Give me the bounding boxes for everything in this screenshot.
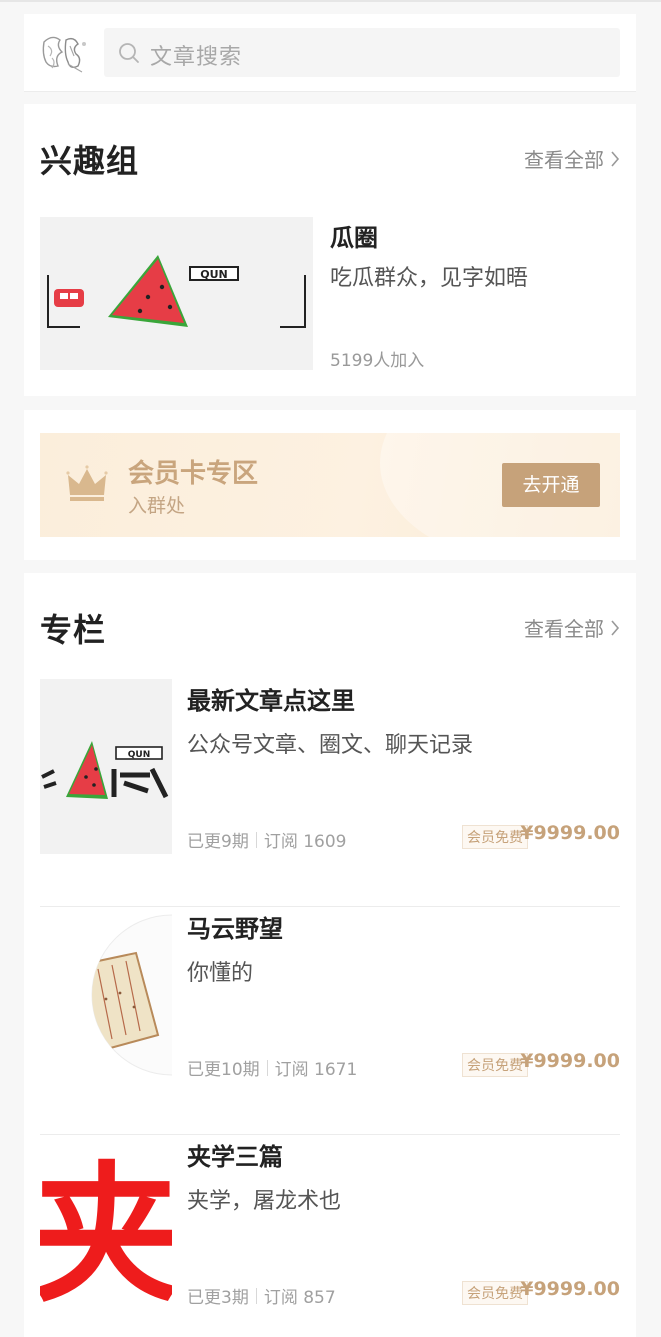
column-cover-image xyxy=(40,907,172,1082)
search-input[interactable]: 文章搜索 xyxy=(104,28,620,77)
update-count: 已更9期 xyxy=(187,832,249,852)
column-meta: 已更3期 订阅 857 xyxy=(187,1283,336,1308)
column-item[interactable]: 马云野望 你懂的 已更10期 订阅 1671 会员免费 ¥9999.00 xyxy=(40,907,620,1135)
column-description: 你懂的 xyxy=(187,961,254,986)
column-cover-image: QUN xyxy=(40,679,172,854)
meta-divider xyxy=(266,1059,268,1076)
column-cover-art: 夹 xyxy=(40,1147,172,1310)
subscriber-count: 订阅 857 xyxy=(263,1288,336,1308)
column-cover-art xyxy=(91,914,172,1076)
member-free-badge: 会员免费 xyxy=(462,1281,528,1305)
column-meta: 已更9期 订阅 1609 xyxy=(187,827,347,852)
column-description: 夹学，屠龙术也 xyxy=(187,1189,342,1214)
interest-groups-section: 兴趣组 查看全部 QUN 瓜圈 吃瓜群众，见字如晤 5199人加入 xyxy=(24,104,636,396)
view-all-label: 查看全部 xyxy=(524,148,604,172)
view-all-groups-link[interactable]: 查看全部 xyxy=(524,144,620,173)
search-placeholder: 文章搜索 xyxy=(150,45,243,70)
header-bar: 文章搜索 xyxy=(24,14,636,92)
column-title: 马云野望 xyxy=(187,915,283,943)
update-count: 已更10期 xyxy=(187,1060,260,1080)
subscriber-count: 订阅 1671 xyxy=(274,1060,358,1080)
group-cover-art: QUN xyxy=(47,255,306,328)
search-icon xyxy=(119,43,139,63)
logo[interactable] xyxy=(38,32,90,76)
column-price: ¥9999.00 xyxy=(520,822,620,844)
chevron-right-icon xyxy=(611,150,620,167)
page: 文章搜索 兴趣组 查看全部 QUN 瓜圈 吃瓜群众，见字如晤 5199人加入 会… xyxy=(0,0,661,1337)
column-title: 最新文章点这里 xyxy=(187,687,355,715)
chevron-right-icon xyxy=(611,619,620,636)
vip-card-subtitle: 入群处 xyxy=(128,495,186,517)
vip-section: 会员卡专区 入群处 去开通 xyxy=(24,410,636,560)
column-price: ¥9999.00 xyxy=(520,1050,620,1072)
view-all-label: 查看全部 xyxy=(524,617,604,641)
cover-glyph: 夹 xyxy=(40,1147,172,1310)
column-item[interactable]: 夹 夹学三篇 夹学，屠龙术也 已更3期 订阅 857 会员免费 ¥9999.00 xyxy=(40,1135,620,1337)
open-membership-button[interactable]: 去开通 xyxy=(502,463,600,507)
section-title-groups: 兴趣组 xyxy=(40,142,140,180)
meta-divider xyxy=(255,1287,257,1304)
member-free-badge: 会员免费 xyxy=(462,1053,528,1077)
top-divider xyxy=(0,0,661,2)
group-member-count: 5199人加入 xyxy=(330,351,425,371)
member-free-badge: 会员免费 xyxy=(462,825,528,849)
cover-tag-text: QUN xyxy=(200,268,228,281)
group-cover-image[interactable]: QUN xyxy=(40,217,313,370)
group-name[interactable]: 瓜圈 xyxy=(330,218,378,253)
vip-card-title: 会员卡专区 xyxy=(128,459,259,489)
update-count: 已更3期 xyxy=(187,1288,249,1308)
column-meta: 已更10期 订阅 1671 xyxy=(187,1055,357,1080)
crown-icon xyxy=(66,465,108,501)
column-price: ¥9999.00 xyxy=(520,1278,620,1300)
column-title: 夹学三篇 xyxy=(187,1143,283,1171)
cover-tag-text: QUN xyxy=(128,750,151,760)
column-item[interactable]: QUN 最新文章点这里 公众号文章、圈文、聊天记录 已更9期 订阅 1609 会… xyxy=(40,679,620,907)
group-description: 吃瓜群众，见字如晤 xyxy=(330,266,529,291)
column-description: 公众号文章、圈文、聊天记录 xyxy=(187,733,474,758)
meta-divider xyxy=(255,831,257,848)
column-cover-art: QUN xyxy=(41,741,169,799)
vip-card-banner[interactable]: 会员卡专区 入群处 去开通 xyxy=(40,433,620,537)
view-all-columns-link[interactable]: 查看全部 xyxy=(524,613,620,642)
column-cover-image: 夹 xyxy=(40,1135,172,1310)
section-title-columns: 专栏 xyxy=(40,611,107,649)
subscriber-count: 订阅 1609 xyxy=(263,832,347,852)
columns-section: 专栏 查看全部 QUN 最新文章点这里 公众号文章、圈文、聊天记录 已更9期 订… xyxy=(24,573,636,1337)
